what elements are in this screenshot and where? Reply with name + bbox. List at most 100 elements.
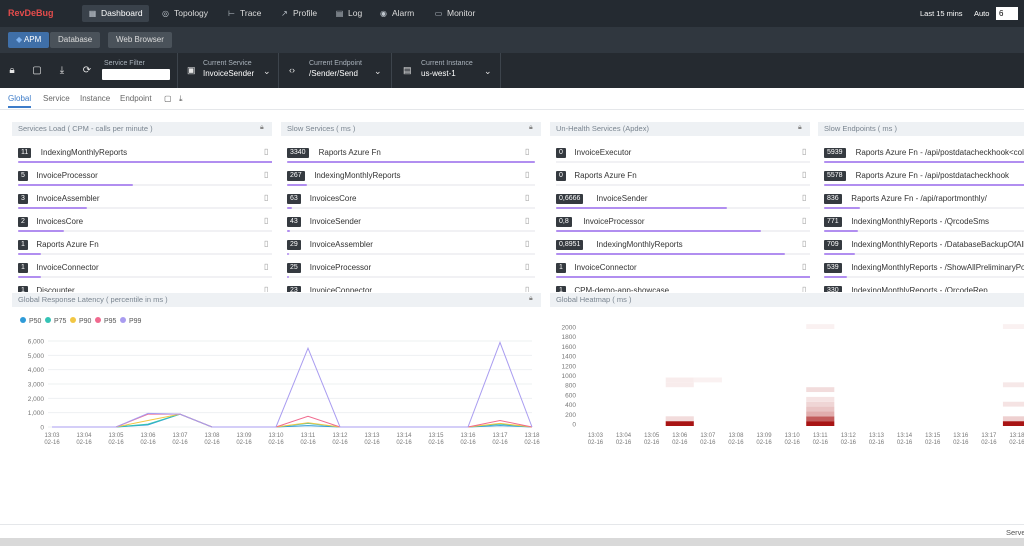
lock-icon[interactable]: 🔒︎ bbox=[529, 124, 533, 132]
legend-label: P90 bbox=[79, 318, 92, 325]
list-item[interactable]: 0,8 InvoiceProcessor ▯ bbox=[556, 213, 810, 236]
brand-logo[interactable]: RevDeBug bbox=[8, 8, 54, 18]
instance-icon: ▤ bbox=[403, 65, 412, 75]
list-item[interactable]: 0,8951 IndexingMonthlyReports ▯ bbox=[556, 236, 810, 259]
x-tick-date: 02-16 bbox=[76, 440, 92, 446]
copy-icon[interactable]: ▯ bbox=[802, 216, 806, 225]
lock-icon[interactable]: 🔒︎ bbox=[6, 65, 18, 77]
list-item[interactable]: 0 InvoiceExecutor ▯ bbox=[556, 144, 810, 167]
copy-icon[interactable]: ▯ bbox=[525, 147, 529, 156]
list-item[interactable]: 1 InvoiceConnector ▯ bbox=[18, 259, 272, 282]
horizontal-scrollbar[interactable] bbox=[0, 538, 1024, 546]
lock-icon[interactable]: 🔒︎ bbox=[798, 124, 802, 132]
list-item[interactable]: 1 CPM-demo-app-showcase ▯ bbox=[556, 282, 810, 292]
list-item[interactable]: 1 Discounter ▯ bbox=[18, 282, 272, 292]
copy-icon[interactable]: ▯ bbox=[802, 262, 806, 271]
copy-icon[interactable]: ▯ bbox=[264, 262, 268, 271]
copy-icon[interactable]: ▯ bbox=[264, 239, 268, 248]
auto-refresh-input[interactable]: 6 bbox=[996, 7, 1018, 20]
x-tick-date: 02-16 bbox=[108, 440, 124, 446]
copy-icon[interactable]: ▯ bbox=[802, 147, 806, 156]
list-item[interactable]: 5939 Raports Azure Fn - /api/postdatachec… bbox=[824, 144, 1024, 167]
tab-service[interactable]: Service bbox=[43, 94, 70, 103]
lock-icon[interactable]: 🔒︎ bbox=[260, 124, 264, 132]
copy-icon[interactable]: ▯ bbox=[525, 170, 529, 179]
item-name: Raports Azure Fn bbox=[36, 240, 99, 249]
copy-icon[interactable]: ▯ bbox=[525, 262, 529, 271]
layer-tab-web-browser[interactable]: Web Browser bbox=[108, 32, 172, 48]
list-item[interactable]: 1 Raports Azure Fn ▯ bbox=[18, 236, 272, 259]
x-tick-date: 02-16 bbox=[841, 440, 857, 446]
copy-icon[interactable]: ▯ bbox=[802, 193, 806, 202]
topology-icon: ◎ bbox=[162, 9, 169, 18]
value-bar bbox=[287, 207, 292, 209]
folder-icon[interactable]: ▢ bbox=[31, 65, 43, 77]
list-item[interactable]: 267 IndexingMonthlyReports ▯ bbox=[287, 167, 535, 190]
tab-endpoint[interactable]: Endpoint bbox=[120, 94, 152, 103]
layer-tab-apm[interactable]: ◆ APM bbox=[8, 32, 50, 48]
value-badge: 330 bbox=[824, 286, 842, 292]
copy-icon[interactable]: ▯ bbox=[802, 285, 806, 292]
nav-log[interactable]: ▤ Log bbox=[329, 5, 368, 22]
panel-title: Slow Services ( ms ) bbox=[281, 122, 541, 136]
value-bar bbox=[556, 276, 810, 278]
list-item[interactable]: 23 InvoiceConnector ▯ bbox=[287, 282, 535, 292]
copy-icon[interactable]: ▯ bbox=[264, 170, 268, 179]
apm-icon: ◆ bbox=[16, 35, 24, 44]
list-item[interactable]: 539 IndexingMonthlyReports - /ShowAllPrel… bbox=[824, 259, 1024, 282]
list-item[interactable]: 0 Raports Azure Fn ▯ bbox=[556, 167, 810, 190]
current-instance-selector[interactable]: ▤ Current Instance us-west-1 ⌄ bbox=[391, 53, 501, 88]
x-tick-date: 02-16 bbox=[728, 440, 744, 446]
current-endpoint-selector[interactable]: ‹› Current Endpoint /Sender/Send ⌄ bbox=[278, 53, 391, 88]
download-icon[interactable]: ⤓ bbox=[56, 65, 68, 77]
nav-alarm[interactable]: ◉ Alarm bbox=[373, 5, 420, 22]
list-item[interactable]: 5 InvoiceProcessor ▯ bbox=[18, 167, 272, 190]
list-item[interactable]: 3340 Raports Azure Fn ▯ bbox=[287, 144, 535, 167]
nav-profile[interactable]: ↗ Profile bbox=[274, 5, 323, 22]
copy-icon[interactable]: ▯ bbox=[525, 193, 529, 202]
heatmap-cell bbox=[806, 396, 835, 402]
tab-instance[interactable]: Instance bbox=[80, 94, 110, 103]
nav-label: Log bbox=[348, 8, 363, 18]
download-icon[interactable]: ⤓ bbox=[179, 94, 183, 104]
list-item[interactable]: 836 Raports Azure Fn - /api/raportmonthly… bbox=[824, 190, 1024, 213]
copy-icon[interactable]: ▯ bbox=[264, 285, 268, 292]
list-item[interactable]: 63 InvoicesCore ▯ bbox=[287, 190, 535, 213]
copy-icon[interactable]: ▯ bbox=[525, 216, 529, 225]
list-item[interactable]: 5578 Raports Azure Fn - /api/postdatachec… bbox=[824, 167, 1024, 190]
nav-dashboard[interactable]: ▦ Dashboard bbox=[82, 5, 149, 22]
copy-icon[interactable]: ▯ bbox=[525, 239, 529, 248]
heatmap-cell bbox=[693, 377, 722, 383]
list-item[interactable]: 29 InvoiceAssembler ▯ bbox=[287, 236, 535, 259]
list-item[interactable]: 709 IndexingMonthlyReports - /DatabaseBac… bbox=[824, 236, 1024, 259]
copy-icon[interactable]: ▯ bbox=[802, 170, 806, 179]
list-item[interactable]: 0,6666 InvoiceSender ▯ bbox=[556, 190, 810, 213]
list-item[interactable]: 2 InvoicesCore ▯ bbox=[18, 213, 272, 236]
list-item[interactable]: 43 InvoiceSender ▯ bbox=[287, 213, 535, 236]
list-item[interactable]: 330 IndexingMonthlyReports - /QrcodeRep bbox=[824, 282, 1024, 292]
heatmap-cell bbox=[806, 401, 835, 407]
copy-icon[interactable]: ▯ bbox=[264, 216, 268, 225]
nav-trace[interactable]: ⊢ Trace bbox=[221, 5, 267, 22]
heatmap-chart: 200018001600140012001000800600400200013:… bbox=[562, 324, 1024, 446]
refresh-icon[interactable]: ⟳ bbox=[81, 65, 93, 77]
list-item[interactable]: 11 IndexingMonthlyReports ▯ bbox=[18, 144, 272, 167]
lock-icon[interactable]: 🔒︎ bbox=[529, 295, 533, 303]
copy-icon[interactable]: ▯ bbox=[525, 285, 529, 292]
current-service-selector[interactable]: ▣ Current Service InvoiceSender ⌄ bbox=[177, 53, 278, 88]
folder-icon[interactable]: ▢ bbox=[164, 94, 172, 103]
list-item[interactable]: 3 InvoiceAssembler ▯ bbox=[18, 190, 272, 213]
copy-icon[interactable]: ▯ bbox=[264, 193, 268, 202]
list-item[interactable]: 771 IndexingMonthlyReports - /QrcodeSms bbox=[824, 213, 1024, 236]
tab-global[interactable]: Global bbox=[8, 94, 32, 108]
layer-tab-database[interactable]: Database bbox=[50, 32, 101, 48]
list-item[interactable]: 25 InvoiceProcessor ▯ bbox=[287, 259, 535, 282]
copy-icon[interactable]: ▯ bbox=[802, 239, 806, 248]
nav-topology[interactable]: ◎ Topology bbox=[155, 5, 214, 22]
time-range[interactable]: Last 15 mins bbox=[920, 9, 963, 18]
list-item[interactable]: 1 InvoiceConnector ▯ bbox=[556, 259, 810, 282]
service-filter-input[interactable] bbox=[102, 69, 170, 80]
copy-icon[interactable]: ▯ bbox=[264, 147, 268, 156]
nav-monitor[interactable]: ▭ Monitor bbox=[428, 5, 481, 22]
x-tick-label: 13:06 bbox=[672, 433, 688, 439]
